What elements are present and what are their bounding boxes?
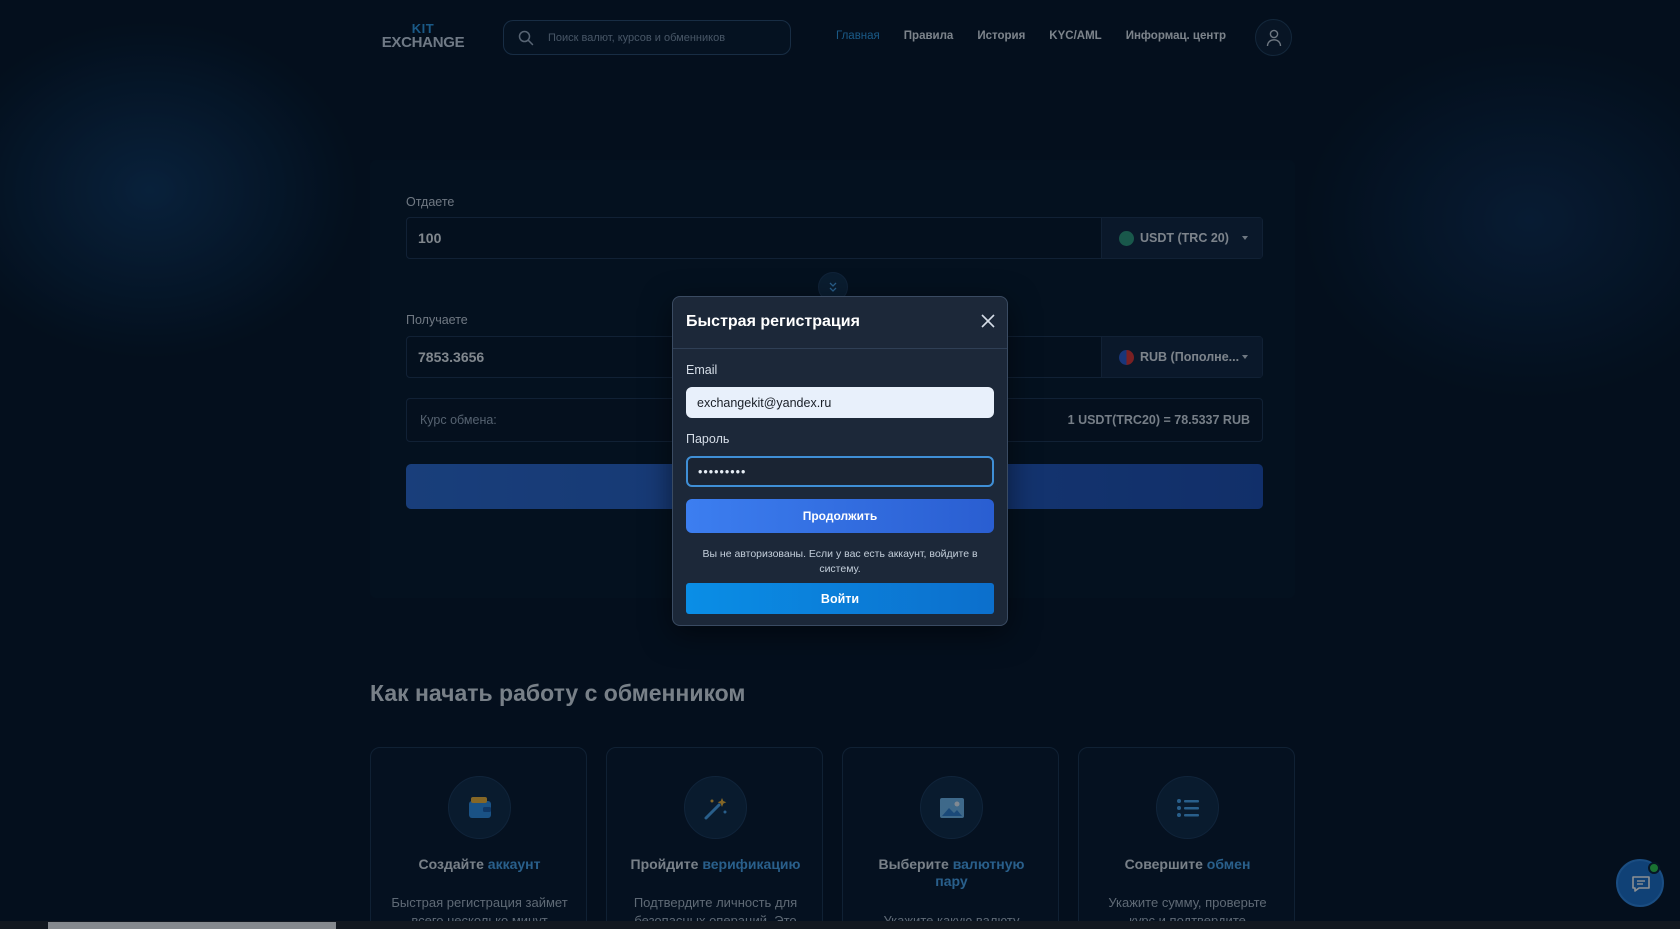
email-field[interactable]	[686, 387, 994, 418]
email-label: Email	[686, 363, 718, 377]
modal-divider	[673, 348, 1007, 349]
password-field[interactable]	[686, 456, 994, 487]
password-label: Пароль	[686, 432, 730, 446]
quick-registration-modal: Быстрая регистрация Email Пароль Продолж…	[672, 296, 1008, 626]
continue-button[interactable]: Продолжить	[686, 499, 994, 533]
auth-notice: Вы не авторизованы. Если у вас есть акка…	[702, 548, 978, 575]
login-button[interactable]: Войти	[686, 583, 994, 614]
close-icon[interactable]	[979, 312, 997, 330]
modal-title: Быстрая регистрация	[686, 313, 860, 330]
page: KIT EXCHANGE Главная Правила История KYC…	[0, 0, 1680, 929]
